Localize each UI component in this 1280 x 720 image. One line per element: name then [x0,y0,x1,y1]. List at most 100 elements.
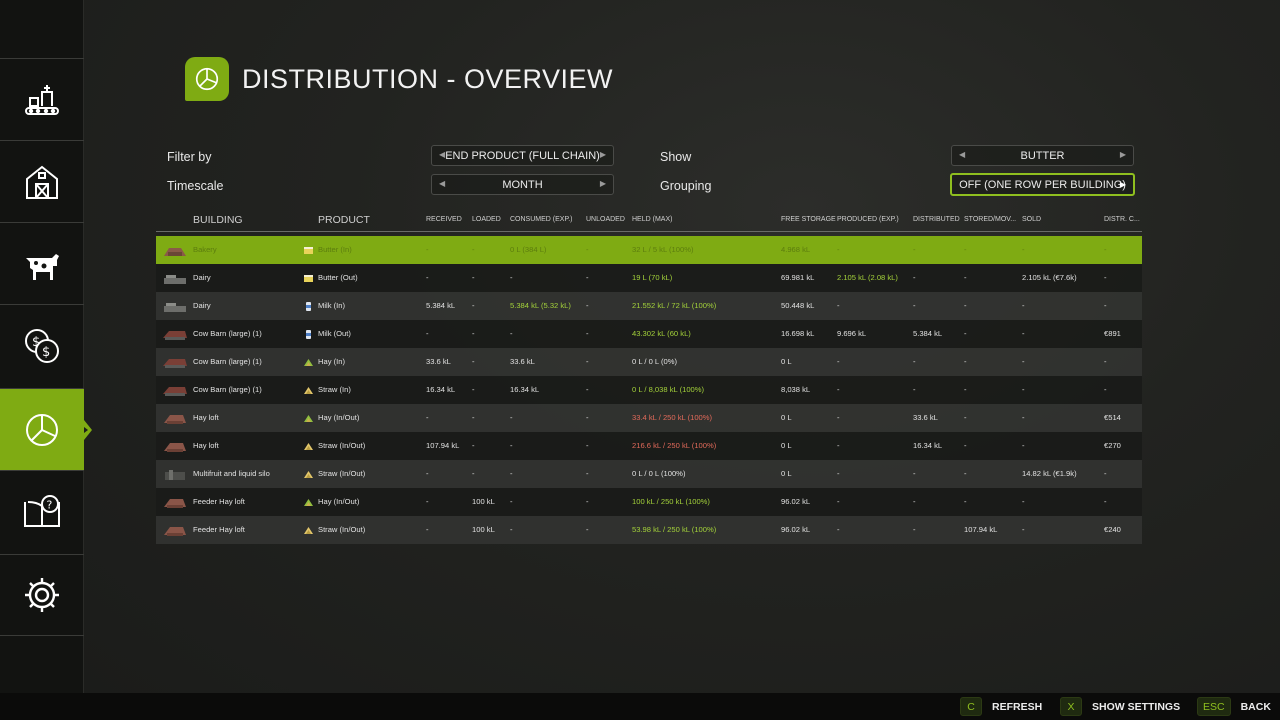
barn-icon [163,384,187,397]
straw-icon [303,439,314,450]
cell-unloaded: - [586,385,589,394]
cell-product: Butter (Out) [318,273,358,282]
cell-product: Straw (In/Out) [318,525,366,534]
sidebar-item-production[interactable] [0,58,84,140]
sidebar-item-help[interactable]: ? [0,470,84,552]
filter-by-label: Filter by [167,150,212,164]
cell-produced: - [837,301,840,310]
cell-building: Bakery [193,245,217,254]
cell-unloaded: - [586,273,589,282]
table-row[interactable]: Cow Barn (large) (1) Hay (In) 33.6 kL - 33.6… [156,348,1142,376]
table-row[interactable]: Cow Barn (large) (1) Straw (In) 16.34 kL - 1… [156,376,1142,404]
sidebar-item-distribution[interactable] [0,388,92,470]
cell-loaded: - [472,301,475,310]
col-stored[interactable]: STORED/MOV... [964,216,1016,223]
arrow-right-icon[interactable]: ▶ [600,150,606,159]
silo-icon [163,468,187,481]
timescale-selector[interactable]: ◀ MONTH ▶ [431,174,614,195]
cell-cost: - [1104,357,1107,366]
show-settings-button[interactable]: X SHOW SETTINGS [1060,697,1180,716]
table-row[interactable]: Hay loft Hay (In/Out) - - - - 33.4 kL / 250 kL… [156,404,1142,432]
hay-icon [303,495,314,506]
hayloft-icon [163,496,187,509]
cell-distributed: - [913,469,916,478]
cell-consumed: - [510,497,513,506]
cell-sold: - [1022,357,1025,366]
cell-cost: - [1104,469,1107,478]
cell-sold: - [1022,441,1025,450]
sidebar-item-settings[interactable] [0,554,84,636]
col-received[interactable]: RECEIVED [426,216,462,223]
arrow-right-icon[interactable]: ▶ [1120,150,1126,159]
cell-unloaded: - [586,245,589,254]
table-row[interactable]: Multifruit and liquid silo Straw (In/Out)… [156,460,1142,488]
col-free-storage[interactable]: FREE STORAGE [781,216,836,223]
show-value: BUTTER [1020,149,1065,162]
cell-held: 216.6 kL / 250 kL (100%) [632,441,717,450]
refresh-button[interactable]: C REFRESH [960,697,1042,716]
table-row[interactable]: Hay loft Straw (In/Out) 107.94 kL - - - 216.6 … [156,432,1142,460]
cell-product: Milk (Out) [318,329,351,338]
back-button[interactable]: ESC BACK [1197,697,1271,716]
col-loaded[interactable]: LOADED [472,216,501,223]
cell-unloaded: - [586,469,589,478]
cell-held: 21.552 kL / 72 kL (100%) [632,301,717,310]
cell-cost: - [1104,301,1107,310]
arrow-left-icon[interactable]: ◀ [959,150,965,159]
cell-building: Hay loft [193,441,219,450]
cell-distributed: 16.34 kL [913,441,943,450]
col-consumed[interactable]: CONSUMED (EXP.) [510,216,573,223]
col-produced[interactable]: PRODUCED (EXP.) [837,216,899,223]
svg-text:?: ? [47,498,53,511]
settings-icon [25,578,59,612]
table-row[interactable]: Feeder Hay loft Hay (In/Out) - 100 kL - - 100 … [156,488,1142,516]
milk-icon [303,327,314,339]
sidebar-item-animals[interactable] [0,222,84,304]
page-title: DISTRIBUTION - OVERVIEW [242,64,614,94]
cell-stored: 107.94 kL [964,525,998,534]
arrow-left-icon[interactable]: ◀ [439,150,445,159]
cell-received: 5.384 kL [426,301,456,310]
cell-consumed: - [510,525,513,534]
sidebar-item-farm[interactable] [0,140,84,222]
cell-sold: - [1022,413,1025,422]
cell-distributed: - [913,525,916,534]
col-sold[interactable]: SOLD [1022,216,1041,223]
table-row[interactable]: Cow Barn (large) (1) Milk (Out) - - - - 43.302… [156,320,1142,348]
cell-loaded: - [472,469,475,478]
cell-produced: - [837,469,840,478]
col-distributed[interactable]: DISTRIBUTED [913,216,960,223]
arrow-left-icon[interactable]: ◀ [439,179,445,188]
arrow-right-icon[interactable]: ▶ [1120,180,1126,189]
cell-stored: - [964,469,967,478]
cell-loaded: - [472,357,475,366]
cell-stored: - [964,301,967,310]
table-row[interactable]: Dairy Butter (Out) - - - - 19 L (70 kL) 69.981 … [156,264,1142,292]
col-distr-cost[interactable]: DISTR. C... [1104,216,1140,223]
table-row[interactable]: Dairy Milk (In) 5.384 kL - 5.384 kL (5.32 kL… [156,292,1142,320]
sidebar-item-finances[interactable]: $ $ [0,304,84,386]
table-row[interactable]: Bakery Butter (In) - - 0 L (384 L) - 32 L / 5 … [156,236,1142,264]
cell-distributed: - [913,385,916,394]
col-unloaded[interactable]: UNLOADED [586,216,625,223]
dairy-icon [163,300,187,313]
col-product[interactable]: PRODUCT [318,214,370,226]
col-building[interactable]: BUILDING [193,214,243,226]
cell-cost: €270 [1104,441,1121,450]
cell-received: - [426,525,429,534]
cell-consumed: - [510,273,513,282]
arrow-right-icon[interactable]: ▶ [600,179,606,188]
cell-unloaded: - [586,301,589,310]
grouping-selector[interactable]: OFF (ONE ROW PER BUILDING) ▶ [950,173,1135,196]
filter-by-selector[interactable]: ◀ END PRODUCT (FULL CHAIN) ▶ [431,145,614,166]
show-selector[interactable]: ◀ BUTTER ▶ [951,145,1134,166]
cell-building: Hay loft [193,413,219,422]
cell-free: 16.698 kL [781,329,815,338]
col-held[interactable]: HELD (MAX) [632,216,672,223]
hayloft-icon [163,412,187,425]
timescale-value: MONTH [502,178,543,191]
straw-icon [303,523,314,534]
table-row[interactable]: Feeder Hay loft Straw (In/Out) - 100 kL - - 53… [156,516,1142,544]
cell-stored: - [964,413,967,422]
cell-cost: - [1104,245,1107,254]
